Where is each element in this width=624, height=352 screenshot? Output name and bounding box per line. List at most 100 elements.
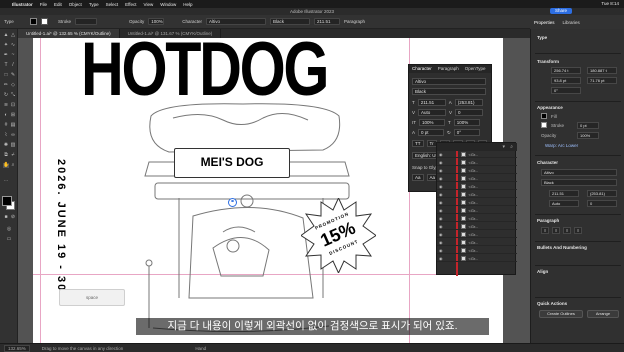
layer-row[interactable]: ◉ <Gr... [437,167,517,174]
eye-icon[interactable]: ◉ [439,160,443,165]
draw-mode-icon[interactable]: ◎ [6,227,12,232]
layer-name[interactable]: <Gr... [469,224,479,229]
doc-tab[interactable]: Untitled-1.ai* @ 131.67 % (CMYK/Outline) [120,29,222,38]
slice-tool-icon[interactable]: ⌿ [10,153,16,158]
stroke-weight-field[interactable] [75,18,98,25]
menu-effect[interactable]: Effect [125,2,136,7]
layer-row[interactable]: ◉ <Gr... [437,231,517,238]
props-opacity-field[interactable]: 100% [577,132,599,139]
props-w-field[interactable]: 93.8 pt [551,77,581,84]
pen-tool-icon[interactable]: ✒ [3,53,9,58]
artboard-tool-icon[interactable]: ⧉ [3,153,9,158]
magic-wand-tool-icon[interactable]: ✦ [3,43,9,48]
app-menu[interactable]: Illustrator [12,2,33,7]
layer-name[interactable]: <Gr... [469,200,479,205]
layer-name[interactable]: <Gr... [469,256,479,261]
menu-object[interactable]: Object [69,2,82,7]
type-tool-icon[interactable]: T [3,63,9,68]
layer-name[interactable]: <Gr... [469,208,479,213]
stroke-swatch[interactable] [41,18,48,25]
eraser-tool-icon[interactable]: ◇ [10,83,16,88]
eye-icon[interactable]: ◉ [439,208,443,213]
stroke-label[interactable]: Stroke [58,19,71,24]
props-font-field[interactable]: Altivo [541,169,617,176]
font-style-field[interactable]: Black [270,18,311,25]
layer-row[interactable]: ◉ <Gr... [437,151,517,158]
tab-properties[interactable]: Properties [534,20,555,25]
layer-row[interactable]: ◉ <Gr... [437,255,517,262]
props-x-field[interactable]: 256.74 t [551,67,581,74]
menu-file[interactable]: File [40,2,47,7]
layer-row[interactable]: ◉ <Gr... [437,223,517,230]
paragraph-label[interactable]: Paragraph [344,19,365,24]
layer-name[interactable]: <Gr... [469,176,479,181]
free-transform-tool-icon[interactable]: ⊡ [10,103,16,108]
layer-name[interactable]: <Gr... [469,248,479,253]
opacity-label[interactable]: Opacity [129,19,144,24]
layer-name[interactable]: <Gr... [469,192,479,197]
promo-badge[interactable]: PROMOTION 15% DISCOUNT [301,198,376,273]
all-caps-button[interactable]: TT [412,140,424,147]
none-mode-icon[interactable]: ⊘ [10,215,16,220]
color-mode-icon[interactable]: ■ [3,215,9,220]
date-vertical-text[interactable]: 2026. JUNE 19 - 30 [55,159,67,339]
mesh-tool-icon[interactable]: # [3,123,9,128]
cp-size-field[interactable]: 211.51 [417,99,446,106]
props-style-field[interactable]: Black [541,179,617,186]
menu-view[interactable]: View [144,2,154,7]
cp-rotation-field[interactable]: 0° [453,129,480,136]
perspective-grid-tool-icon[interactable]: ⊞ [10,113,16,118]
props-leading-field[interactable]: (253.81) [587,190,617,197]
screen-mode-icon[interactable]: ▭ [6,237,12,242]
share-button[interactable]: Share [550,8,572,14]
align-center-icon[interactable]: ≡ [552,227,560,234]
menu-edit[interactable]: Edit [54,2,62,7]
opacity-field[interactable]: 100% [148,18,165,25]
eye-icon[interactable]: ◉ [439,168,443,173]
layer-row[interactable]: ◉ <Gr... [437,207,517,214]
rectangle-tool-icon[interactable]: □ [3,73,9,78]
tab-character[interactable]: Character [412,65,432,73]
props-rotation-field[interactable]: 0° [551,87,581,94]
layer-row[interactable]: ◉ <Gr... [437,239,517,246]
menu-window[interactable]: Window [160,2,176,7]
cp-baseline-field[interactable]: 0 pt [418,129,445,136]
layer-row[interactable]: ◉ <Gr... [437,215,517,222]
shape-builder-tool-icon[interactable]: ◐ [3,113,9,118]
character-label[interactable]: Character [182,19,202,24]
cp-tracking-field[interactable]: 0 [455,109,484,116]
fill-stroke-widget[interactable] [2,196,16,210]
cp-kerning-field[interactable]: Auto [418,109,447,116]
eye-icon[interactable]: ◉ [439,200,443,205]
cp-leading-field[interactable]: (253.81) [454,99,483,106]
menu-type[interactable]: Type [89,2,99,7]
line-tool-icon[interactable]: / [10,63,16,68]
tab-opentype[interactable]: OpenType [465,65,486,73]
layer-row[interactable]: ◉ <Gr... [437,199,517,206]
eye-icon[interactable]: ◉ [439,256,443,261]
props-size-field[interactable]: 211.51 [549,190,579,197]
headline-text[interactable]: HOTDOG [81,38,329,108]
rotate-tool-icon[interactable]: ↻ [3,93,9,98]
props-y-field[interactable]: 180.887 t [587,67,617,74]
font-family-field[interactable]: Altivo [206,18,267,25]
props-kerning-field[interactable]: Auto [549,200,579,207]
eye-icon[interactable]: ◉ [439,192,443,197]
symbol-sprayer-tool-icon[interactable]: ✺ [3,143,9,148]
cp-hscale-field[interactable]: 100% [453,119,480,126]
menu-help[interactable]: Help [183,2,192,7]
layer-row[interactable]: ◉ <Gr... [437,175,517,182]
fill-color-box[interactable] [2,196,12,206]
eye-icon[interactable]: ◉ [439,248,443,253]
layer-name[interactable]: <Gr... [469,152,479,157]
zoom-tool-icon[interactable]: ⌕ [10,163,16,168]
layer-row[interactable]: ◉ <Gr... [437,183,517,190]
layer-row[interactable]: ◉ <Gr... [437,191,517,198]
eye-icon[interactable]: ◉ [439,232,443,237]
link-icon[interactable]: ⚭ [228,198,237,207]
layer-name[interactable]: <Gr... [469,232,479,237]
filter-icon[interactable]: ▾ [502,144,505,150]
snap-button-1[interactable]: Aa [412,174,424,181]
graph-tool-icon[interactable]: ▥ [10,143,16,148]
eye-icon[interactable]: ◉ [439,176,443,181]
